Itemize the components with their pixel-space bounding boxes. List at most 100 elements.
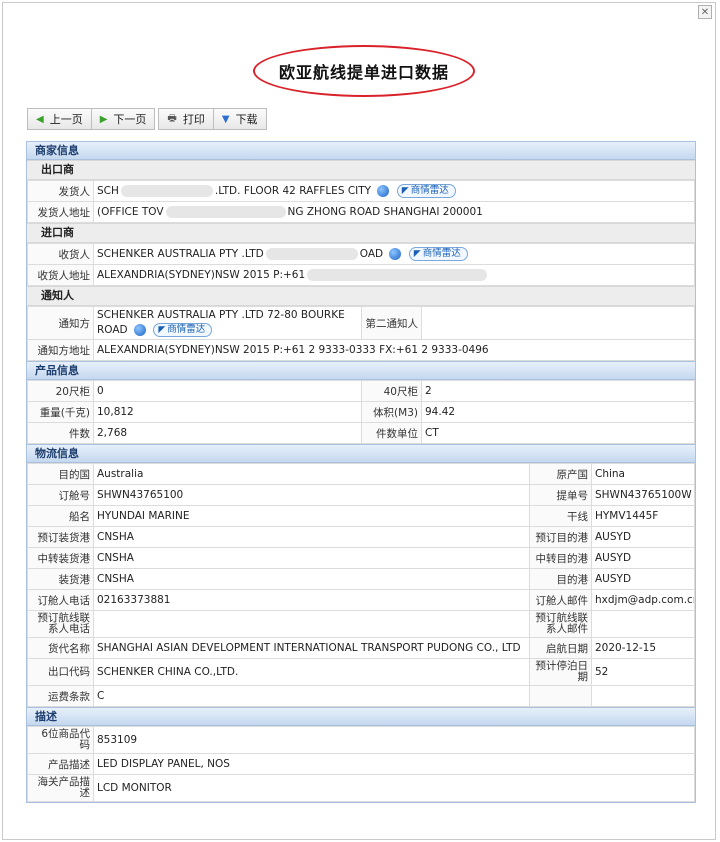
product-value: CT: [421, 422, 695, 444]
product-label: 20尺柜: [27, 380, 94, 402]
globe-icon[interactable]: [389, 248, 402, 260]
table-row: 船名 HYUNDAI MARINE 干线 HYMV1445F: [27, 505, 695, 527]
logistics-label: 启航日期: [529, 637, 592, 659]
importer-table: 收货人 SCHENKER AUSTRALIA PTY .LTD OAD ◤ 商情雷达…: [27, 243, 695, 286]
logistics-value: CNSHA: [93, 547, 530, 569]
consignee-address-value: ALEXANDRIA(SYDNEY)NSW 2015 P:+61: [93, 264, 695, 286]
shipper-address-value: (OFFICE TOV NG ZHONG ROAD SHANGHAI 200001: [93, 201, 695, 223]
logistics-label: 提单号: [529, 484, 592, 506]
download-label: 下载: [235, 113, 258, 126]
shipper-value: SCH .LTD. FLOOR 42 RAFFLES CITY ◤ 商情雷达: [93, 180, 695, 202]
exporter-table: 发货人 SCH .LTD. FLOOR 42 RAFFLES CITY ◤ 商情雷达…: [27, 180, 695, 223]
badge-label: 商情雷达: [167, 324, 206, 335]
product-label: 件数: [27, 422, 94, 444]
description-label: 6位商品代码: [27, 726, 94, 754]
logistics-label: 预订装货港: [27, 526, 94, 548]
merchant-section-header: 商家信息: [27, 142, 695, 160]
logistics-value: AUSYD: [591, 547, 695, 569]
logistics-label: 目的港: [529, 568, 592, 590]
consignee-label: 收货人: [27, 243, 94, 265]
table-row: 发货人 SCH .LTD. FLOOR 42 RAFFLES CITY ◤ 商情雷达: [27, 180, 695, 202]
logistics-label: 装货港: [27, 568, 94, 590]
logistics-value: SHWN43765100W: [591, 484, 695, 506]
radar-icon: ◤: [413, 249, 421, 259]
logistics-value: AUSYD: [591, 526, 695, 548]
logistics-value: HYMV1445F: [591, 505, 695, 527]
description-label: 产品描述: [27, 753, 94, 775]
shipper-text-b: .LTD. FLOOR 42 RAFFLES CITY: [214, 185, 372, 197]
table-row: 收货人 SCHENKER AUSTRALIA PTY .LTD OAD ◤ 商情雷达: [27, 243, 695, 265]
logistics-label: 预订航线联系人邮件: [529, 610, 592, 638]
notify-table: 通知方 SCHENKER AUSTRALIA PTY .LTD 72-80 BO…: [27, 306, 695, 361]
product-value: 10,812: [93, 401, 362, 423]
close-icon[interactable]: ✕: [698, 5, 712, 19]
logistics-value: China: [591, 463, 695, 485]
print-label: 打印: [182, 113, 205, 126]
logistics-label: [529, 685, 592, 707]
market-radar-badge[interactable]: ◤ 商情雷达: [396, 184, 456, 198]
logistics-label: 原产国: [529, 463, 592, 485]
product-value: 0: [93, 380, 362, 402]
badge-label: 商情雷达: [410, 185, 449, 196]
table-row: 通知方 SCHENKER AUSTRALIA PTY .LTD 72-80 BO…: [27, 306, 695, 340]
description-value: 853109: [93, 726, 695, 754]
table-row: 目的国 Australia 原产国 China: [27, 463, 695, 485]
product-section-header: 产品信息: [27, 361, 695, 380]
globe-icon[interactable]: [377, 185, 390, 197]
logistics-value: 2020-12-15: [591, 637, 695, 659]
table-row: 通知方地址 ALEXANDRIA(SYDNEY)NSW 2015 P:+61 2…: [27, 339, 695, 361]
exporter-heading: 出口商: [27, 160, 695, 180]
consignee-text-b: OAD: [359, 248, 384, 260]
logistics-label: 出口代码: [27, 658, 94, 686]
second-notify-value: [421, 306, 695, 340]
table-row: 6位商品代码 853109: [27, 726, 695, 754]
product-value: 2: [421, 380, 695, 402]
product-label: 件数单位: [361, 422, 422, 444]
product-label: 40尺柜: [361, 380, 422, 402]
logistics-label: 中转装货港: [27, 547, 94, 569]
logistics-value: C: [93, 685, 530, 707]
logistics-value: [93, 610, 530, 638]
notify-heading: 通知人: [27, 286, 695, 306]
redacted-blur: [265, 248, 358, 260]
market-radar-badge[interactable]: ◤ 商情雷达: [408, 247, 468, 261]
next-page-button[interactable]: ▶ 下一页: [90, 108, 156, 130]
prev-page-button[interactable]: ◀ 上一页: [27, 108, 92, 130]
print-button[interactable]: 🖶 打印: [158, 108, 214, 130]
notify-party-value: SCHENKER AUSTRALIA PTY .LTD 72-80 BOURKE…: [93, 306, 362, 340]
table-row: 预订航线联系人电话 预订航线联系人邮件: [27, 610, 695, 638]
logistics-section-header: 物流信息: [27, 444, 695, 463]
description-value: LED DISPLAY PANEL, NOS: [93, 753, 695, 775]
shipper-address-label: 发货人地址: [27, 201, 94, 223]
logistics-value: Australia: [93, 463, 530, 485]
logistics-label: 订舱人邮件: [529, 589, 592, 611]
notify-party-label: 通知方: [27, 306, 94, 340]
redacted-blur: [307, 269, 488, 281]
logistics-value: 02163373881: [93, 589, 530, 611]
table-row: 预订装货港 CNSHA 预订目的港 AUSYD: [27, 526, 695, 548]
logistics-value: hxdjm@adp.com.cn: [591, 589, 695, 611]
product-label: 重量(千克): [27, 401, 94, 423]
logistics-value: SHWN43765100: [93, 484, 530, 506]
logistics-table: 目的国 Australia 原产国 China 订舱号 SHWN43765100 提单号 SH…: [27, 463, 695, 707]
badge-label: 商情雷达: [422, 248, 461, 259]
logistics-value: [591, 610, 695, 638]
table-row: 件数 2,768 件数单位 CT: [27, 422, 695, 444]
logistics-label: 订舱号: [27, 484, 94, 506]
radar-icon: ◤: [158, 325, 166, 335]
consignee-value: SCHENKER AUSTRALIA PTY .LTD OAD ◤ 商情雷达: [93, 243, 695, 265]
logistics-value: AUSYD: [591, 568, 695, 590]
market-radar-badge[interactable]: ◤ 商情雷达: [153, 323, 213, 337]
globe-icon[interactable]: [134, 324, 146, 336]
product-value: 94.42: [421, 401, 695, 423]
consignee-address-text: ALEXANDRIA(SYDNEY)NSW 2015 P:+61: [97, 269, 306, 281]
description-value: LCD MONITOR: [93, 774, 695, 802]
title-highlight-circle: 欧亚航线提单进口数据: [253, 45, 475, 97]
merchant-panel: 商家信息 出口商 发货人 SCH .LTD. FLOOR 42 RAFFLES C…: [26, 141, 696, 803]
notify-address-label: 通知方地址: [27, 339, 94, 361]
consignee-text-a: SCHENKER AUSTRALIA PTY .LTD: [97, 248, 264, 260]
arrow-down-icon: ▼: [221, 113, 230, 125]
logistics-label: 目的国: [27, 463, 94, 485]
download-button[interactable]: ▼ 下载: [212, 108, 267, 130]
printer-icon: 🖶: [167, 112, 177, 124]
